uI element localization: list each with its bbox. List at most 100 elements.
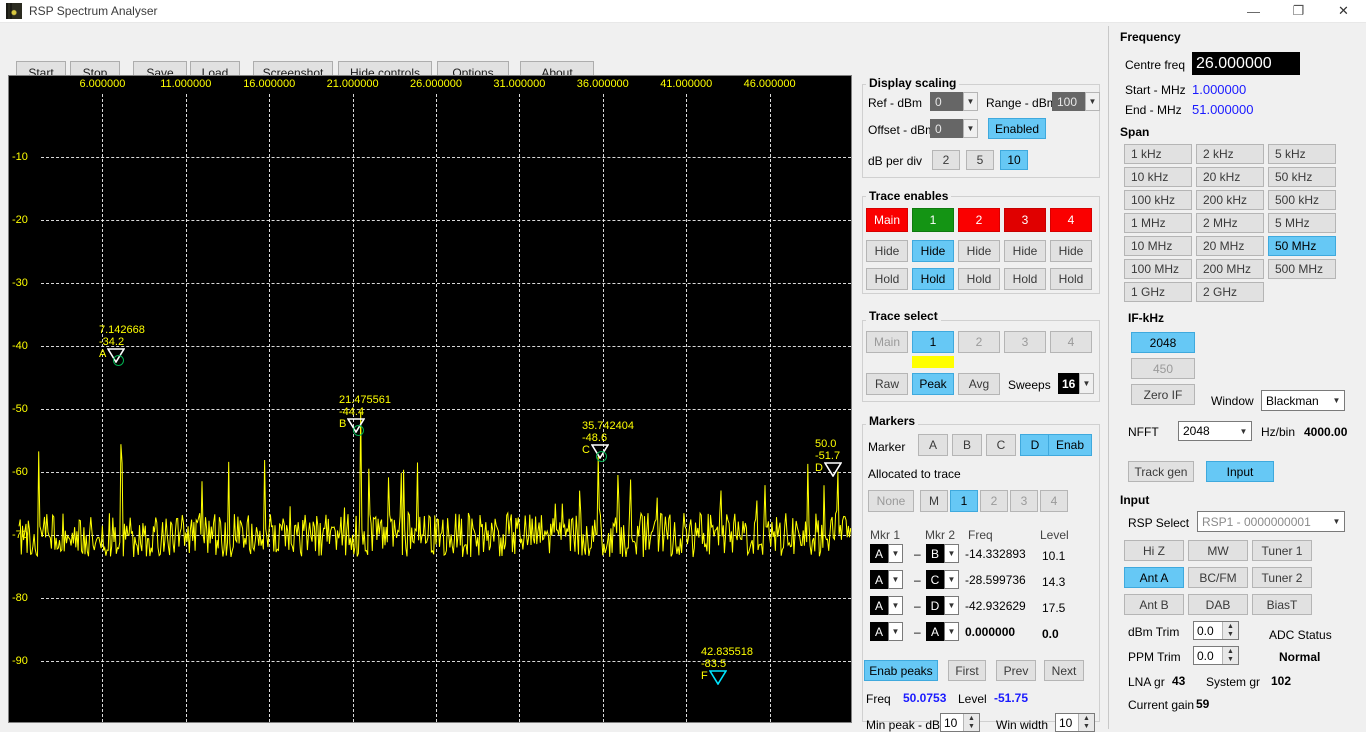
span-button-10-khz[interactable]: 10 kHz bbox=[1124, 167, 1192, 187]
trace-select-3-button[interactable]: 3 bbox=[1004, 331, 1046, 353]
trace-hold-1-button[interactable]: Hold bbox=[912, 268, 954, 290]
spinner-up-icon[interactable]: ▲ bbox=[1223, 647, 1238, 656]
trace-hide-2-button[interactable]: Hide bbox=[958, 240, 1000, 262]
trace-hide-1-button[interactable]: Hide bbox=[912, 240, 954, 262]
trace-enable-1-button[interactable]: 1 bbox=[912, 208, 954, 232]
trace-enable-2-button[interactable]: 2 bbox=[958, 208, 1000, 232]
marker-b-button[interactable]: B bbox=[952, 434, 982, 456]
spinner-down-icon[interactable]: ▼ bbox=[1079, 723, 1094, 732]
maximize-button[interactable]: ❐ bbox=[1276, 0, 1321, 23]
trace-mode-peak-button[interactable]: Peak bbox=[912, 373, 954, 395]
mkr1-combo-row-3[interactable]: A ▼ bbox=[870, 596, 903, 615]
alloc-2-button[interactable]: 2 bbox=[980, 490, 1008, 512]
marker-a-button[interactable]: A bbox=[918, 434, 948, 456]
trace-hold-2-button[interactable]: Hold bbox=[958, 268, 1000, 290]
span-button-5-khz[interactable]: 5 kHz bbox=[1268, 144, 1336, 164]
if-450-button[interactable]: 450 bbox=[1131, 358, 1195, 379]
trace-hide-4-button[interactable]: Hide bbox=[1050, 240, 1092, 262]
win-width-spinner[interactable]: 10 ▲ ▼ bbox=[1055, 713, 1095, 732]
peak-next-button[interactable]: Next bbox=[1044, 660, 1084, 681]
chevron-down-icon[interactable]: ▼ bbox=[963, 92, 978, 111]
centre-freq-field[interactable]: 26.000000 bbox=[1192, 52, 1300, 75]
trace-enable-main-button[interactable]: Main bbox=[866, 208, 908, 232]
rsp-select-combo[interactable]: RSP1 - 0000000001 ▼ bbox=[1197, 511, 1345, 532]
spinner-up-icon[interactable]: ▲ bbox=[1223, 622, 1238, 631]
offset-dbm-combo[interactable]: 0 ▼ bbox=[930, 119, 978, 138]
dbm-trim-spinner[interactable]: 0.0 ▲ ▼ bbox=[1193, 621, 1239, 640]
input-button-ant-a[interactable]: Ant A bbox=[1124, 567, 1184, 588]
chevron-down-icon[interactable]: ▼ bbox=[1085, 92, 1100, 111]
marker-c-button[interactable]: C bbox=[986, 434, 1016, 456]
offset-enabled-button[interactable]: Enabled bbox=[988, 118, 1046, 139]
span-button-1-mhz[interactable]: 1 MHz bbox=[1124, 213, 1192, 233]
plot-marker-c[interactable]: 35.742404 -48.6 C bbox=[582, 420, 634, 462]
span-button-5-mhz[interactable]: 5 MHz bbox=[1268, 213, 1336, 233]
trace-select-main-button[interactable]: Main bbox=[866, 331, 908, 353]
chevron-down-icon[interactable]: ▼ bbox=[944, 622, 959, 641]
mkr2-combo-row-2[interactable]: C ▼ bbox=[926, 570, 959, 589]
track-gen-tab[interactable]: Track gen bbox=[1128, 461, 1194, 482]
min-peak-spinner[interactable]: 10 ▲ ▼ bbox=[940, 713, 980, 732]
trace-hide-main-button[interactable]: Hide bbox=[866, 240, 908, 262]
peak-first-button[interactable]: First bbox=[948, 660, 986, 681]
span-button-200-khz[interactable]: 200 kHz bbox=[1196, 190, 1264, 210]
chevron-down-icon[interactable]: ▼ bbox=[888, 544, 903, 563]
db-per-div-5-button[interactable]: 5 bbox=[966, 150, 994, 170]
mkr1-combo-row-4[interactable]: A ▼ bbox=[870, 622, 903, 641]
span-button-2-khz[interactable]: 2 kHz bbox=[1196, 144, 1264, 164]
db-per-div-2-button[interactable]: 2 bbox=[932, 150, 960, 170]
trace-select-4-button[interactable]: 4 bbox=[1050, 331, 1092, 353]
chevron-down-icon[interactable]: ▼ bbox=[963, 119, 978, 138]
close-button[interactable]: ✕ bbox=[1321, 0, 1366, 23]
trace-mode-avg-button[interactable]: Avg bbox=[958, 373, 1000, 395]
span-button-50-mhz[interactable]: 50 MHz bbox=[1268, 236, 1336, 256]
db-per-div-10-button[interactable]: 10 bbox=[1000, 150, 1028, 170]
if-zero-button[interactable]: Zero IF bbox=[1131, 384, 1195, 405]
span-button-100-khz[interactable]: 100 kHz bbox=[1124, 190, 1192, 210]
chevron-down-icon[interactable]: ▼ bbox=[1329, 512, 1344, 531]
trace-hold-main-button[interactable]: Hold bbox=[866, 268, 908, 290]
plot-marker-f[interactable]: 42.835518 -83.5 F bbox=[701, 646, 753, 685]
marker-d-button[interactable]: D bbox=[1020, 434, 1050, 456]
trace-mode-raw-button[interactable]: Raw bbox=[866, 373, 908, 395]
spectrum-plot[interactable]: 6.000000 11.000000 16.000000 21.000000 26.00… bbox=[8, 75, 852, 723]
span-button-200-mhz[interactable]: 200 MHz bbox=[1196, 259, 1264, 279]
span-button-1-ghz[interactable]: 1 GHz bbox=[1124, 282, 1192, 302]
trace-select-1-button[interactable]: 1 bbox=[912, 331, 954, 353]
window-combo[interactable]: Blackman ▼ bbox=[1261, 390, 1345, 411]
trace-hide-3-button[interactable]: Hide bbox=[1004, 240, 1046, 262]
chevron-down-icon[interactable]: ▼ bbox=[1079, 373, 1094, 394]
trace-select-2-button[interactable]: 2 bbox=[958, 331, 1000, 353]
mkr2-combo-row-1[interactable]: B ▼ bbox=[926, 544, 959, 563]
alloc-1-button[interactable]: 1 bbox=[950, 490, 978, 512]
spinner-arrows[interactable]: ▲ ▼ bbox=[963, 714, 979, 731]
marker-triangle-icon[interactable] bbox=[708, 670, 727, 685]
trace-hold-4-button[interactable]: Hold bbox=[1050, 268, 1092, 290]
alloc-4-button[interactable]: 4 bbox=[1040, 490, 1068, 512]
chevron-down-icon[interactable]: ▼ bbox=[888, 596, 903, 615]
mkr1-combo-row-2[interactable]: A ▼ bbox=[870, 570, 903, 589]
spinner-arrows[interactable]: ▲ ▼ bbox=[1222, 622, 1238, 639]
chevron-down-icon[interactable]: ▼ bbox=[944, 544, 959, 563]
plot-marker-b[interactable]: 21.475561 -44.4 B bbox=[339, 394, 391, 436]
ref-dbm-combo[interactable]: 0 ▼ bbox=[930, 92, 978, 111]
mkr2-combo-row-3[interactable]: D ▼ bbox=[926, 596, 959, 615]
spinner-down-icon[interactable]: ▼ bbox=[964, 723, 979, 732]
span-button-100-mhz[interactable]: 100 MHz bbox=[1124, 259, 1192, 279]
if-2048-button[interactable]: 2048 bbox=[1131, 332, 1195, 353]
minimize-button[interactable]: — bbox=[1231, 0, 1276, 23]
chevron-down-icon[interactable]: ▼ bbox=[1329, 391, 1344, 410]
spinner-down-icon[interactable]: ▼ bbox=[1223, 631, 1238, 640]
range-dbm-combo[interactable]: 100 ▼ bbox=[1052, 92, 1100, 111]
peak-prev-button[interactable]: Prev bbox=[996, 660, 1036, 681]
input-tab[interactable]: Input bbox=[1206, 461, 1274, 482]
chevron-down-icon[interactable]: ▼ bbox=[944, 596, 959, 615]
span-button-500-khz[interactable]: 500 kHz bbox=[1268, 190, 1336, 210]
chevron-down-icon[interactable]: ▼ bbox=[944, 570, 959, 589]
span-button-10-mhz[interactable]: 10 MHz bbox=[1124, 236, 1192, 256]
chevron-down-icon[interactable]: ▼ bbox=[1236, 422, 1251, 440]
input-button-ant-b[interactable]: Ant B bbox=[1124, 594, 1184, 615]
alloc-3-button[interactable]: 3 bbox=[1010, 490, 1038, 512]
enab-peaks-button[interactable]: Enab peaks bbox=[864, 660, 938, 681]
marker-triangle-icon[interactable] bbox=[823, 462, 842, 477]
